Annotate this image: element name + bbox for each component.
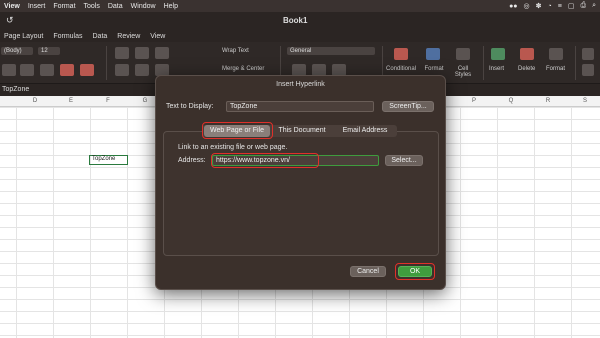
wrap-text-button[interactable]: Wrap Text [222,48,249,54]
bluetooth-icon[interactable]: ✽ [536,2,542,10]
column-header[interactable]: Q [501,98,521,104]
cancel-button[interactable]: Cancel [350,266,386,277]
align-top-icon[interactable] [115,47,129,59]
align-bottom-icon[interactable] [155,47,169,59]
column-gridline [460,107,461,338]
spotlight-dot-icon[interactable]: ◎ [524,2,530,10]
record-icon[interactable]: ●● [509,3,517,10]
column-header[interactable]: G [135,98,155,104]
format-as-table-label: Format [424,66,444,72]
tab-this-document[interactable]: This Document [272,125,332,137]
ribbon-divider [106,46,107,80]
font-size-select[interactable]: 12 [38,47,60,55]
column-header[interactable]: S [575,98,595,104]
column-header[interactable]: R [538,98,558,104]
selected-cell[interactable]: TopZone [89,155,128,165]
format-as-table-icon[interactable] [426,48,440,60]
merge-center-button[interactable]: Merge & Center [222,66,264,72]
number-format-select[interactable]: General [287,47,375,55]
italic-icon[interactable] [2,64,16,76]
underline-icon[interactable] [20,64,34,76]
column-gridline [127,107,128,338]
delete-cells-icon[interactable] [520,48,534,60]
text-to-display-field[interactable]: TopZone [226,101,374,112]
name-box[interactable]: TopZone [2,86,29,93]
border-icon[interactable] [40,64,54,76]
workbook-title: Book1 [283,16,308,25]
address-label: Address: [178,157,206,164]
highlight-ring [202,122,273,139]
column-gridline [16,107,17,338]
tab-email-address[interactable]: Email Address [334,125,396,137]
screentip-button[interactable]: ScreenTip... [382,101,434,112]
text-to-display-label: Text to Display: [166,103,214,110]
ribbon-divider [483,46,484,80]
format-cells-label: Format [546,66,566,72]
format-cells-icon[interactable] [549,48,563,60]
dialog-title: Insert Hyperlink [276,81,325,88]
tab-review[interactable]: Review [117,33,140,40]
column-header[interactable]: F [98,98,118,104]
tab-page-layout[interactable]: Page Layout [4,33,43,40]
ribbon-tabs: Page Layout Formulas Data Review View [0,30,600,42]
column-gridline [534,107,535,338]
fill-color-icon[interactable] [60,64,74,76]
undo-icon[interactable]: ↺ [6,15,14,26]
column-gridline [90,107,91,338]
siri-icon[interactable]: ⎙ [580,2,586,10]
menu-insert[interactable]: Insert [28,3,46,10]
menu-bar: View Insert Format Tools Data Window Hel… [0,0,600,12]
cell-styles-label: Cell Styles [454,66,472,78]
column-header[interactable]: P [464,98,484,104]
insert-hyperlink-dialog: Insert Hyperlink Text to Display: TopZon… [155,75,446,290]
align-center-icon[interactable] [135,64,149,76]
column-gridline [53,107,54,338]
cell-styles-icon[interactable] [456,48,470,60]
ribbon-divider [575,46,576,80]
insert-cells-icon[interactable] [491,48,505,60]
link-hint-text: Link to an existing file or web page. [178,144,288,151]
menu-format[interactable]: Format [53,3,75,10]
insert-cells-label: Insert [489,66,505,72]
fill-icon[interactable] [582,64,594,76]
search-icon[interactable]: ⌕ [592,2,596,10]
highlight-ring [211,153,319,168]
autosum-icon[interactable] [582,48,594,60]
status-tray: ●● ◎ ✽ ◔ ≡ ▢ ⎙ ⌕ [509,2,596,10]
conditional-formatting-label: Conditional [386,66,417,72]
wifi-icon[interactable]: ≡ [558,3,562,10]
menu-help[interactable]: Help [164,3,178,10]
menu-tools[interactable]: Tools [84,3,100,10]
tab-view[interactable]: View [150,33,165,40]
align-left-icon[interactable] [115,64,129,76]
tab-formulas[interactable]: Formulas [53,33,82,40]
menu-window[interactable]: Window [131,3,156,10]
align-middle-icon[interactable] [135,47,149,59]
column-header[interactable]: E [61,98,81,104]
column-gridline [571,107,572,338]
menu-data[interactable]: Data [108,3,123,10]
column-gridline [497,107,498,338]
select-button[interactable]: Select... [385,155,423,166]
delete-cells-label: Delete [518,66,536,72]
battery-icon[interactable]: ◔ [548,3,552,10]
font-name-select[interactable]: (Body) [1,47,33,55]
column-header[interactable]: D [25,98,45,104]
menu-view[interactable]: View [4,3,20,10]
control-center-icon[interactable]: ▢ [568,2,575,10]
font-color-icon[interactable] [80,64,94,76]
highlight-ring [395,263,435,280]
title-row: ↺ Book1 [0,12,600,30]
conditional-formatting-icon[interactable] [394,48,408,60]
tab-data[interactable]: Data [93,33,108,40]
